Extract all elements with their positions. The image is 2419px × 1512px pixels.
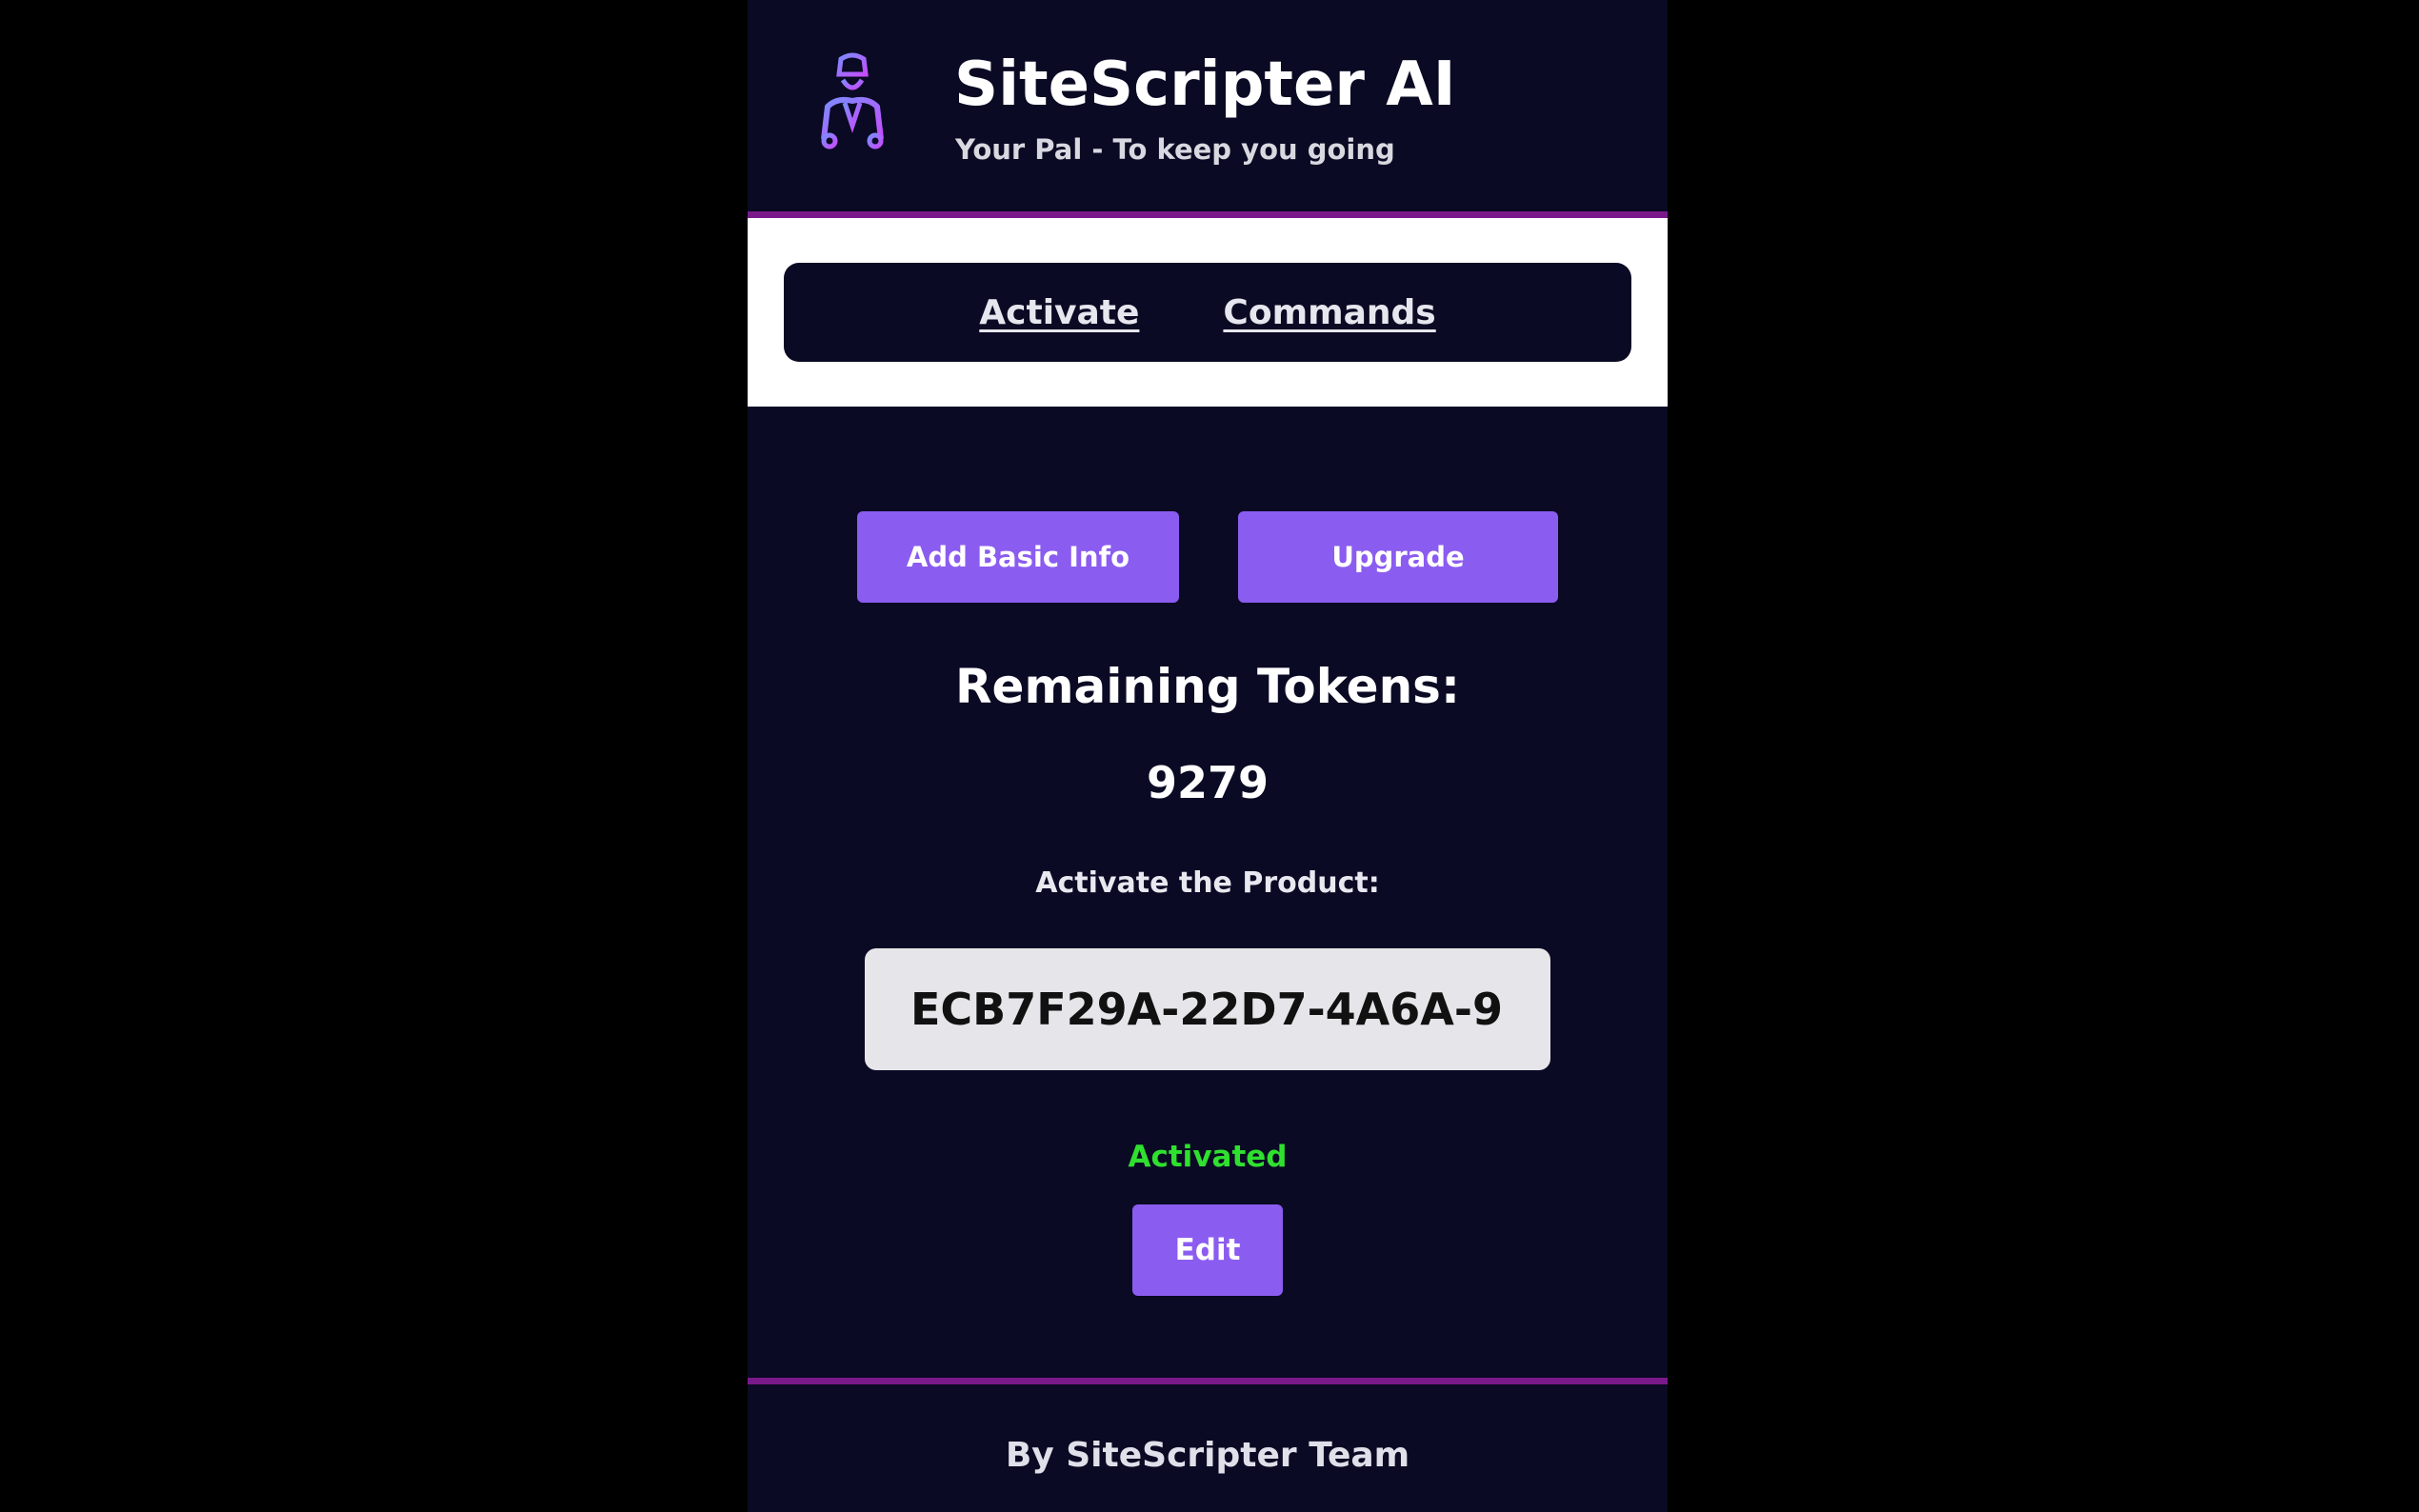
footer: By SiteScripter Team xyxy=(748,1384,1668,1512)
upgrade-button[interactable]: Upgrade xyxy=(1238,511,1558,603)
footer-divider xyxy=(748,1378,1668,1384)
activation-status: Activated xyxy=(1128,1140,1288,1174)
footer-credit: By SiteScripter Team xyxy=(1005,1436,1410,1475)
product-key-input[interactable] xyxy=(865,948,1550,1070)
detective-hat-icon xyxy=(805,48,900,152)
header-divider xyxy=(748,211,1668,218)
activate-product-label: Activate the Product: xyxy=(1035,866,1380,900)
tab-commands[interactable]: Commands xyxy=(1223,293,1435,332)
tab-activate[interactable]: Activate xyxy=(979,293,1139,332)
nav-bar: Activate Commands xyxy=(784,263,1631,362)
action-buttons: Add Basic Info Upgrade xyxy=(857,511,1558,603)
extension-popup: SiteScripter AI Your Pal - To keep you g… xyxy=(748,0,1668,1512)
header: SiteScripter AI Your Pal - To keep you g… xyxy=(748,0,1668,211)
edit-button[interactable]: Edit xyxy=(1132,1204,1283,1296)
app-subtitle: Your Pal - To keep you going xyxy=(955,133,1395,166)
remaining-tokens-label: Remaining Tokens: xyxy=(955,659,1460,714)
remaining-tokens-value: 9279 xyxy=(1146,757,1269,808)
screen: SiteScripter AI Your Pal - To keep you g… xyxy=(0,0,2419,1512)
app-title: SiteScripter AI xyxy=(954,50,1456,120)
main-content: Add Basic Info Upgrade Remaining Tokens:… xyxy=(748,407,1668,1378)
nav-container: Activate Commands xyxy=(748,218,1668,407)
add-basic-info-button[interactable]: Add Basic Info xyxy=(857,511,1179,603)
